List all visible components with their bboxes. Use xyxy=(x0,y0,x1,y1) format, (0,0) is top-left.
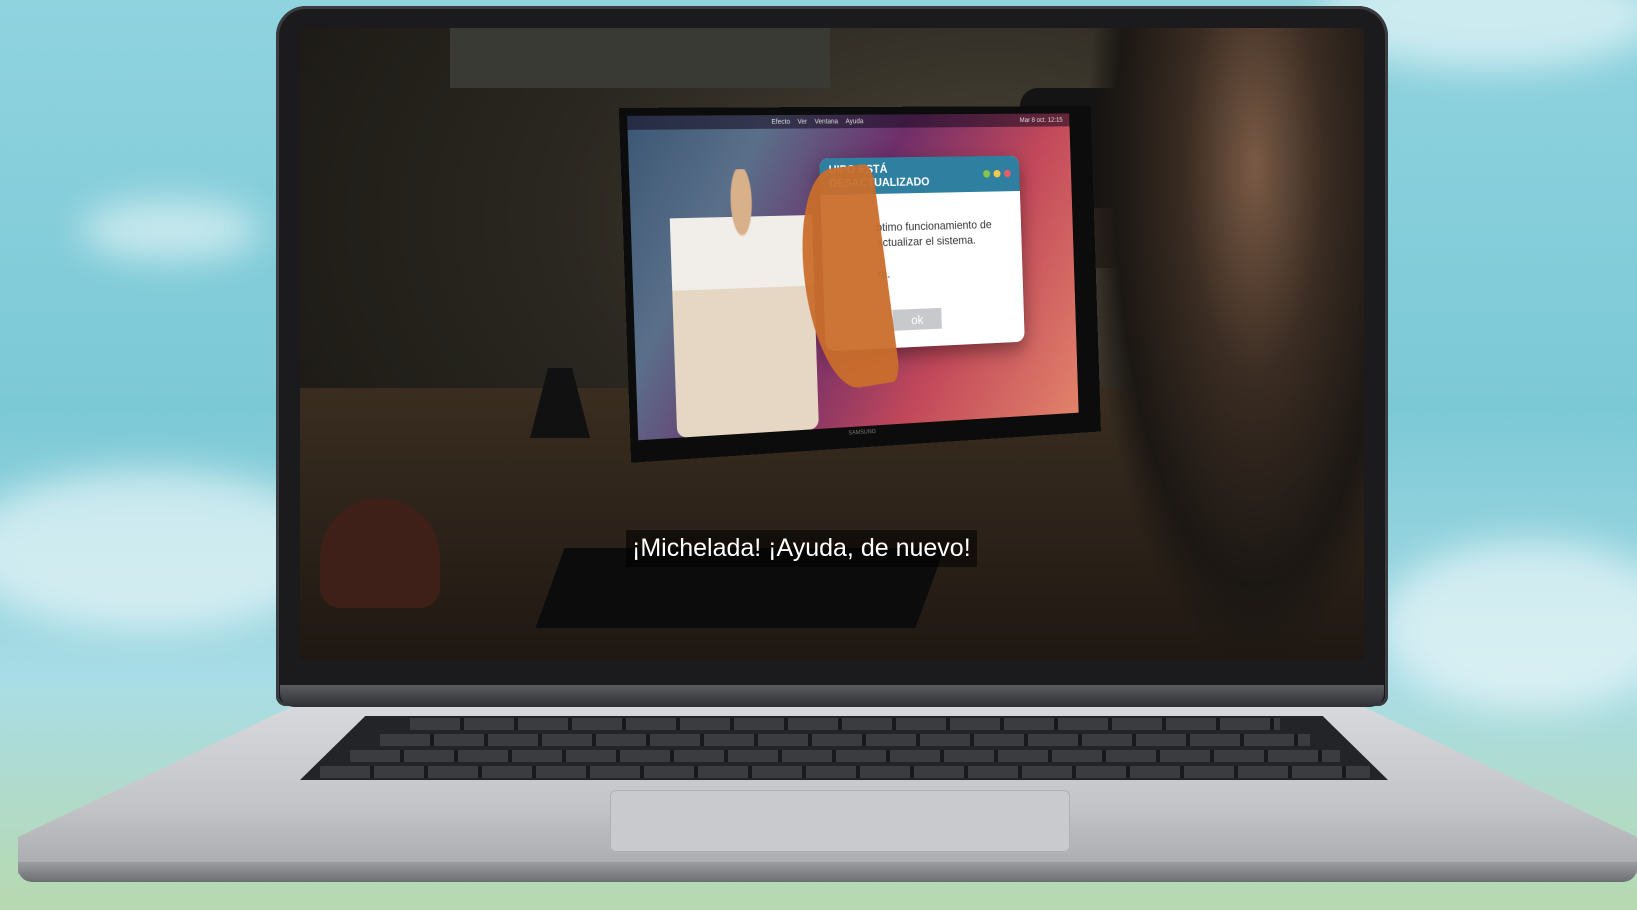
monitor-brand: SAMSUNG xyxy=(848,429,877,437)
menu-bar: Efecto Ver Ventana Ayuda Mar 8 oct. 12:1… xyxy=(627,113,1070,130)
woman-figure xyxy=(668,168,819,438)
video-player[interactable]: Efecto Ver Ventana Ayuda Mar 8 oct. 12:1… xyxy=(300,28,1364,660)
trackpad xyxy=(610,790,1070,852)
menu-item: Ayuda xyxy=(845,117,864,125)
background-window xyxy=(450,28,830,88)
monitor-stand xyxy=(530,368,590,438)
laptop-hinge xyxy=(280,685,1384,707)
laptop-keyboard xyxy=(300,716,1388,780)
desktop-monitor: Efecto Ver Ventana Ayuda Mar 8 oct. 12:1… xyxy=(618,105,1101,463)
man-silhouette xyxy=(1090,28,1364,660)
menu-item: Ver xyxy=(797,118,808,126)
green-dot-icon xyxy=(983,170,991,178)
key-row xyxy=(350,750,1340,762)
dialog-line: ra. xyxy=(877,263,1012,282)
menu-item: Ventana xyxy=(814,118,839,126)
red-dot-icon xyxy=(1003,169,1011,178)
window-dots xyxy=(983,169,1011,178)
key-row xyxy=(380,734,1310,746)
status-time: Mar 8 oct. 12:15 xyxy=(1019,116,1063,124)
menu-item: Efecto xyxy=(771,118,791,126)
dialog-line: actualizar el sistema. xyxy=(876,232,977,249)
monitor-screen: Efecto Ver Ventana Ayuda Mar 8 oct. 12:1… xyxy=(627,113,1079,441)
cloud xyxy=(80,200,260,260)
ok-button: ok xyxy=(892,307,942,331)
video-subtitle: ¡Michelada! ¡Ayuda, de nuevo! xyxy=(626,530,977,567)
key-row xyxy=(320,766,1370,778)
yellow-dot-icon xyxy=(993,169,1001,178)
hard-hat xyxy=(320,498,440,608)
key-row xyxy=(410,718,1280,730)
cloud xyxy=(1380,540,1637,710)
laptop-base-front xyxy=(18,862,1637,882)
